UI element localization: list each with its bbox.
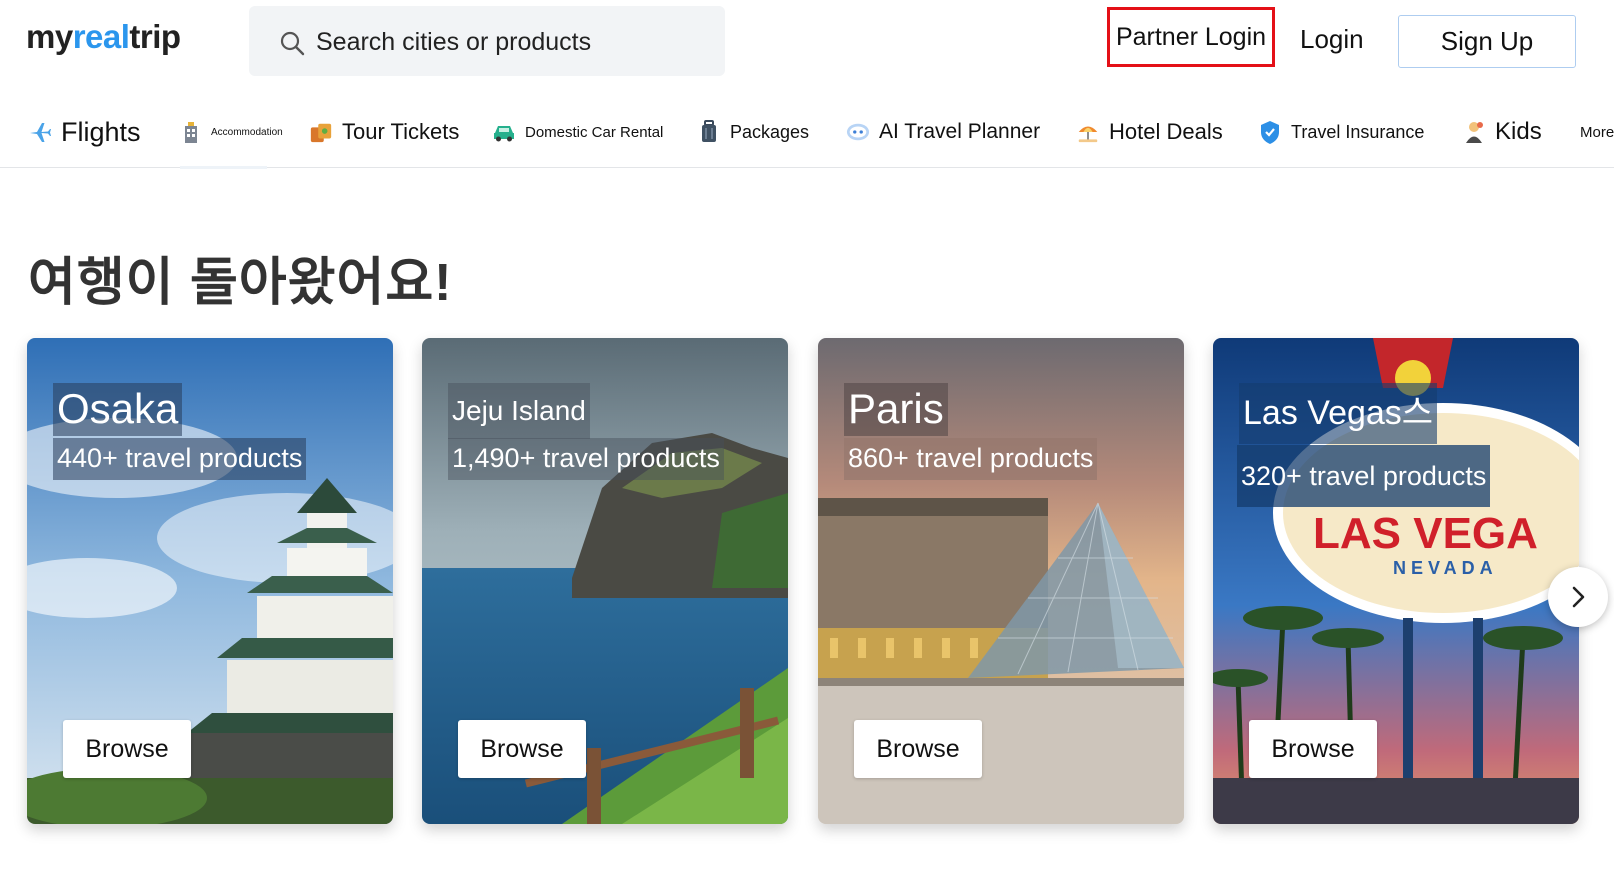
card-product-count: 440+ travel products [53, 438, 307, 480]
partner-login-button[interactable]: Partner Login [1107, 7, 1275, 67]
beach-umbrella-icon [1076, 120, 1100, 144]
card-city-name: Paris [844, 383, 948, 436]
carousel-next-button[interactable] [1548, 567, 1608, 627]
browse-button[interactable]: Browse [63, 720, 191, 778]
nav-label-travel-insurance: Travel Insurance [1291, 121, 1425, 142]
nav-label-tour-tickets: Tour Tickets [342, 119, 460, 144]
nav-item-flights[interactable]: Flights [28, 96, 141, 168]
nav-item-hotel-deals[interactable]: Hotel Deals [1076, 96, 1223, 168]
login-link[interactable]: Login [1300, 24, 1364, 55]
nav-item-travel-insurance[interactable]: Travel Insurance [1258, 96, 1424, 168]
nav-label-kids: Kids [1495, 118, 1542, 145]
svg-text:LAS VEGA: LAS VEGA [1313, 509, 1538, 558]
airplane-icon [28, 120, 52, 144]
myrealtrip-logo[interactable]: myrealtrip [26, 18, 181, 56]
card-city-name: Las Vegas스 [1239, 383, 1438, 445]
card-city-name: Osaka [53, 383, 183, 436]
nav-item-tour-tickets[interactable]: Tour Tickets [309, 96, 459, 168]
destination-card-jeju-island[interactable]: Jeju Island 1,490+ travel products Brows… [422, 338, 788, 824]
shield-icon [1258, 120, 1282, 144]
search-input[interactable]: Search cities or products [249, 6, 725, 76]
nav-item-packages[interactable]: Packages [697, 96, 809, 168]
hotel-building-icon [180, 120, 202, 144]
card-product-count: 860+ travel products [844, 438, 1098, 480]
car-icon [492, 120, 516, 144]
search-icon [280, 31, 305, 56]
card-city-name: Jeju Island [448, 383, 590, 439]
browse-button[interactable]: Browse [458, 720, 586, 778]
nav-item-accommodation[interactable]: Accommodation [180, 96, 283, 169]
ai-robot-icon [846, 120, 870, 144]
kids-icon [1462, 120, 1486, 144]
nav-label-accommodation: Accommodation [211, 126, 283, 138]
card-product-count: 1,490+ travel products [448, 438, 724, 480]
chevron-right-icon [1572, 586, 1585, 608]
luggage-icon [697, 120, 721, 144]
browse-button[interactable]: Browse [1249, 720, 1377, 778]
destination-card-las-vegas[interactable]: LAS VEGA NEVADA Las Vegas스 320+ travel p… [1213, 338, 1579, 824]
category-nav: Flights Accommodation Tour Tickets Domes… [0, 96, 1614, 169]
nav-label-hotel-deals: Hotel Deals [1109, 119, 1223, 144]
card-product-count: 320+ travel products [1237, 445, 1491, 508]
nav-label-flights: Flights [61, 116, 141, 147]
nav-item-domestic-car-rental[interactable]: Domestic Car Rental [492, 96, 663, 168]
nav-item-ai-travel-planner[interactable]: AI Travel Planner [846, 96, 1040, 168]
nav-label-ai-travel-planner: AI Travel Planner [879, 120, 1041, 143]
destination-card-paris[interactable]: Paris 860+ travel products Browse [818, 338, 1184, 824]
nav-label-more: More [1580, 123, 1614, 141]
nav-label-domestic-car-rental: Domestic Car Rental [525, 123, 664, 141]
svg-text:NEVADA: NEVADA [1393, 558, 1498, 578]
logo-text-real: real [72, 18, 130, 55]
nav-label-packages: Packages [730, 121, 810, 142]
search-placeholder: Search cities or products [316, 28, 592, 56]
logo-text-trip: trip [129, 18, 181, 55]
nav-item-more[interactable]: More [1580, 96, 1614, 168]
page-title: 여행이 돌아왔어요! [28, 254, 453, 312]
nav-item-kids[interactable]: Kids [1462, 96, 1542, 168]
tickets-icon [309, 120, 333, 144]
signup-button[interactable]: Sign Up [1398, 15, 1576, 68]
browse-button[interactable]: Browse [854, 720, 982, 778]
logo-text-my: my [26, 18, 73, 55]
destination-card-osaka[interactable]: Osaka 440+ travel products Browse [27, 338, 393, 824]
header: myrealtrip Search cities or products Par… [0, 0, 1614, 84]
